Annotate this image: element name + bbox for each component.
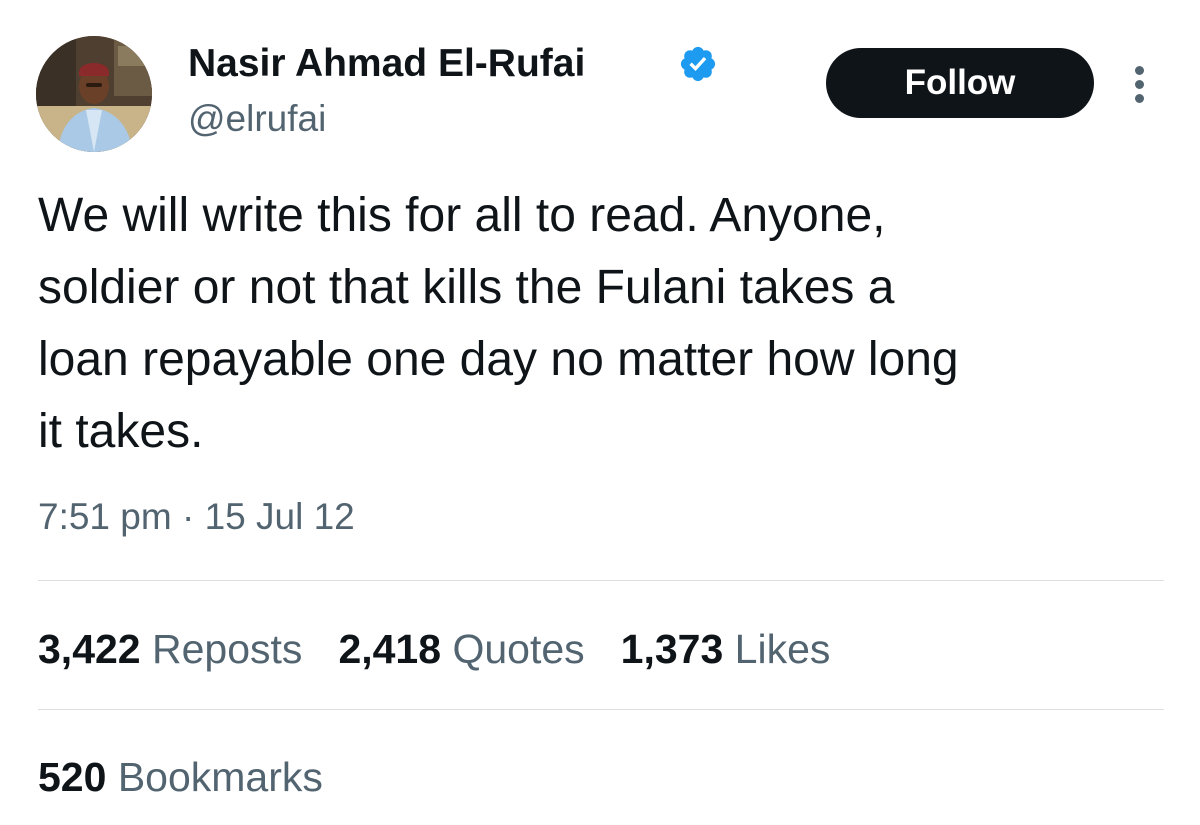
timestamp-separator: · (181, 496, 195, 537)
more-dot (1135, 80, 1144, 89)
quotes-label: Quotes (452, 626, 585, 672)
follow-button[interactable]: Follow (826, 48, 1094, 118)
reposts-label: Reposts (152, 626, 303, 672)
tweet-timestamp[interactable]: 7:51 pm · 15 Jul 12 (38, 494, 355, 540)
tweet-text-line: We will write this for all to read. Anyo… (38, 189, 886, 242)
reposts-stat[interactable]: 3,422 Reposts (38, 624, 302, 674)
likes-stat[interactable]: 1,373 Likes (621, 624, 831, 674)
tweet-card: Nasir Ahmad El-Rufai @elrufai Follow We … (0, 0, 1200, 825)
more-dot (1135, 66, 1144, 75)
divider (38, 709, 1164, 710)
bookmarks-count: 520 (38, 754, 107, 800)
engagement-stats: 3,422 Reposts 2,418 Quotes 1,373 Likes (38, 624, 866, 674)
more-dot (1135, 94, 1144, 103)
reposts-count: 3,422 (38, 626, 141, 672)
divider (38, 580, 1164, 581)
likes-label: Likes (734, 626, 831, 672)
tweet-text: We will write this for all to read. Anyo… (38, 180, 1168, 468)
bookmarks-label: Bookmarks (117, 754, 323, 800)
tweet-date: 15 Jul 12 (204, 496, 355, 537)
tweet-text-line: it takes. (38, 405, 204, 458)
avatar[interactable] (36, 36, 152, 152)
more-options-icon[interactable] (1126, 60, 1154, 108)
profile-photo-icon (36, 36, 152, 152)
user-handle[interactable]: @elrufai (188, 96, 326, 142)
tweet-text-line: soldier or not that kills the Fulani tak… (38, 261, 895, 314)
quotes-stat[interactable]: 2,418 Quotes (338, 624, 584, 674)
tweet-text-line: loan repayable one day no matter how lon… (38, 333, 959, 386)
bookmarks-stat[interactable]: 520 Bookmarks (38, 752, 323, 802)
verified-badge-icon (680, 46, 716, 82)
quotes-count: 2,418 (338, 626, 442, 672)
tweet-time: 7:51 pm (38, 496, 172, 537)
display-name[interactable]: Nasir Ahmad El-Rufai (188, 40, 585, 88)
likes-count: 1,373 (620, 626, 724, 672)
